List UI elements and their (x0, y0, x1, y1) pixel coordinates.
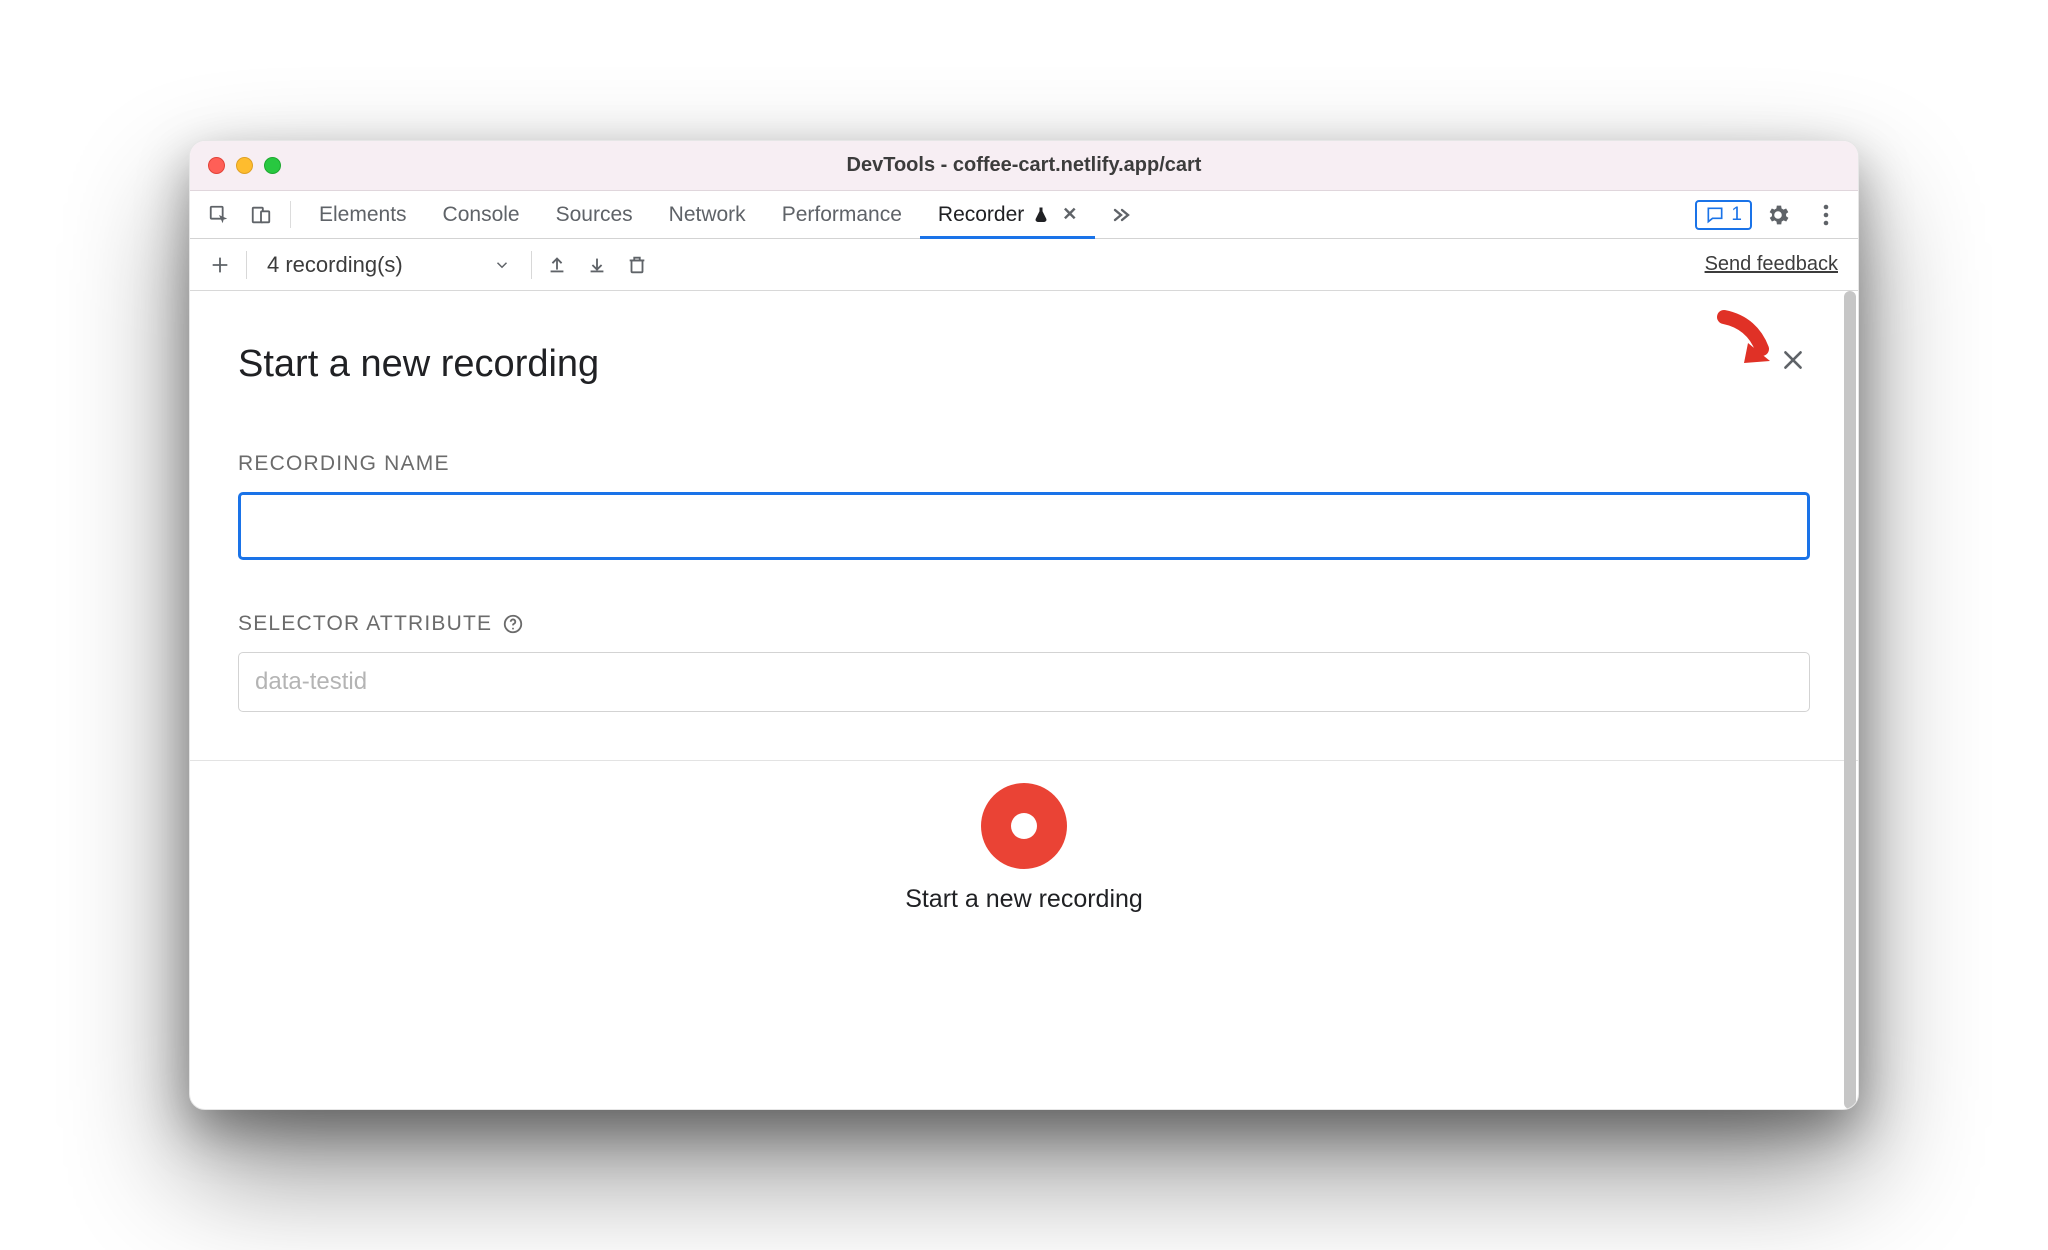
close-icon (1780, 347, 1806, 373)
delete-button[interactable] (622, 250, 652, 280)
record-icon (1011, 813, 1037, 839)
more-options-button[interactable] (1804, 191, 1848, 238)
tab-label: Elements (319, 203, 407, 227)
import-button[interactable] (582, 250, 612, 280)
recording-name-input[interactable] (238, 492, 1810, 560)
tab-label: Network (669, 203, 746, 227)
devtools-window: DevTools - coffee-cart.netlify.app/cart … (189, 140, 1859, 1110)
recordings-dropdown[interactable]: 4 recording(s) (257, 252, 521, 278)
tab-label: Sources (556, 203, 633, 227)
panel-heading: Start a new recording (238, 343, 599, 386)
tab-console[interactable]: Console (425, 191, 538, 238)
divider (290, 201, 291, 228)
tab-label: Performance (782, 203, 902, 227)
send-feedback-link[interactable]: Send feedback (1705, 253, 1844, 276)
trash-icon (626, 254, 648, 276)
gear-icon (1765, 202, 1791, 228)
new-recording-button[interactable] (204, 249, 236, 281)
recording-name-label: RECORDING NAME (238, 452, 1810, 476)
plus-icon (209, 254, 231, 276)
selector-attribute-label: SELECTOR ATTRIBUTE (238, 612, 1810, 636)
divider (531, 251, 532, 279)
panel-body: Start a new recording RECORDING NAME SEL… (190, 291, 1858, 1109)
tab-label: Console (443, 203, 520, 227)
selector-attribute-label-text: SELECTOR ATTRIBUTE (238, 612, 492, 636)
export-button[interactable] (542, 250, 572, 280)
record-area: Start a new recording (238, 761, 1810, 1109)
tabstrip: Elements Console Sources Network Perform… (190, 191, 1858, 239)
recorder-toolbar: 4 recording(s) Send feedback (190, 239, 1858, 291)
tab-performance[interactable]: Performance (764, 191, 920, 238)
kebab-icon (1823, 203, 1829, 227)
tab-network[interactable]: Network (651, 191, 764, 238)
tab-recorder[interactable]: Recorder ✕ (920, 191, 1095, 238)
close-panel-button[interactable] (1770, 337, 1816, 388)
divider (246, 251, 247, 279)
tab-label: Recorder (938, 203, 1024, 227)
inspect-element-icon[interactable] (200, 191, 238, 238)
tab-overflow-button[interactable] (1099, 191, 1143, 238)
tab-elements[interactable]: Elements (301, 191, 425, 238)
start-recording-button[interactable] (981, 783, 1067, 869)
tab-close-icon[interactable]: ✕ (1058, 204, 1077, 225)
scrollbar[interactable] (1844, 291, 1856, 1109)
start-recording-label: Start a new recording (905, 885, 1143, 914)
recordings-count-label: 4 recording(s) (267, 252, 403, 278)
settings-button[interactable] (1756, 191, 1800, 238)
toggle-device-toolbar-icon[interactable] (242, 191, 280, 238)
upload-icon (546, 254, 568, 276)
panel-tabs: Elements Console Sources Network Perform… (301, 191, 1095, 238)
download-icon (586, 254, 608, 276)
scrollbar-thumb[interactable] (1844, 291, 1856, 1109)
chevron-down-icon (493, 256, 511, 274)
window-title: DevTools - coffee-cart.netlify.app/cart (190, 154, 1858, 177)
help-icon[interactable] (502, 613, 524, 635)
selector-attribute-input[interactable] (238, 652, 1810, 712)
issues-badge[interactable]: 1 (1695, 200, 1752, 230)
issues-count: 1 (1731, 204, 1742, 226)
flask-icon (1032, 206, 1050, 224)
titlebar: DevTools - coffee-cart.netlify.app/cart (190, 141, 1858, 191)
chat-icon (1705, 205, 1725, 225)
tab-sources[interactable]: Sources (538, 191, 651, 238)
